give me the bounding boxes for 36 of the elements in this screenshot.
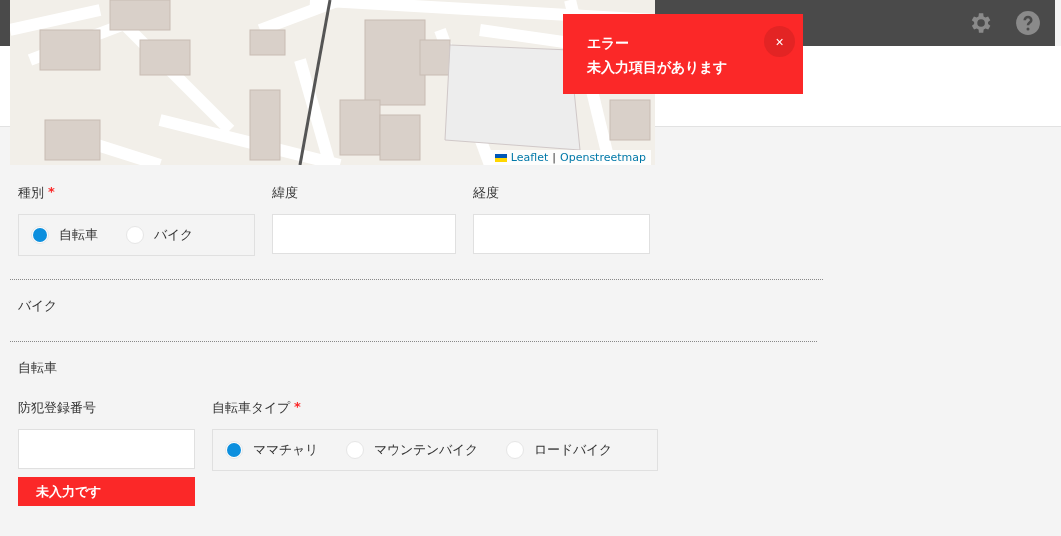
section-title: 自転車 (17, 359, 58, 377)
radio-option[interactable]: ママチャリ (225, 441, 318, 459)
flag-icon (494, 153, 507, 162)
radio-option[interactable]: ロードバイク (506, 441, 612, 459)
radio-option[interactable]: マウンテンバイク (346, 441, 478, 459)
required-mark: * (48, 184, 55, 199)
radio-label: バイク (154, 226, 193, 244)
separator: | (552, 151, 556, 164)
help-icon[interactable] (1015, 10, 1041, 36)
field-label: 種別 (18, 184, 44, 202)
required-mark: * (294, 399, 301, 414)
radio-button[interactable] (31, 226, 49, 244)
section-title: バイク (17, 297, 58, 315)
field-label: 自転車タイプ (212, 399, 290, 417)
error-message: 未入力です (18, 477, 195, 506)
radio-label: ロードバイク (534, 441, 612, 459)
field-label: 経度 (473, 184, 499, 202)
close-button[interactable]: × (764, 26, 795, 57)
longitude-input[interactable] (473, 214, 650, 254)
radio-option[interactable]: バイク (126, 226, 193, 244)
radio-label: ママチャリ (253, 441, 318, 459)
field-label: 防犯登録番号 (18, 399, 96, 417)
radio-button[interactable] (126, 226, 144, 244)
radio-button[interactable] (506, 441, 524, 459)
radio-label: マウンテンバイク (374, 441, 478, 459)
radio-button[interactable] (346, 441, 364, 459)
openstreetmap-link[interactable]: Openstreetmap (560, 151, 646, 164)
field-label: 緯度 (272, 184, 298, 202)
latitude-input[interactable] (272, 214, 456, 254)
leaflet-link[interactable]: Leaflet (510, 151, 549, 164)
radio-label: 自転車 (59, 226, 98, 244)
radio-option[interactable]: 自転車 (31, 226, 98, 244)
registration-input[interactable] (18, 429, 195, 469)
toast-message: 未入力項目があります (587, 58, 728, 77)
toast-title: エラー (587, 34, 630, 53)
radio-button[interactable] (225, 441, 243, 459)
